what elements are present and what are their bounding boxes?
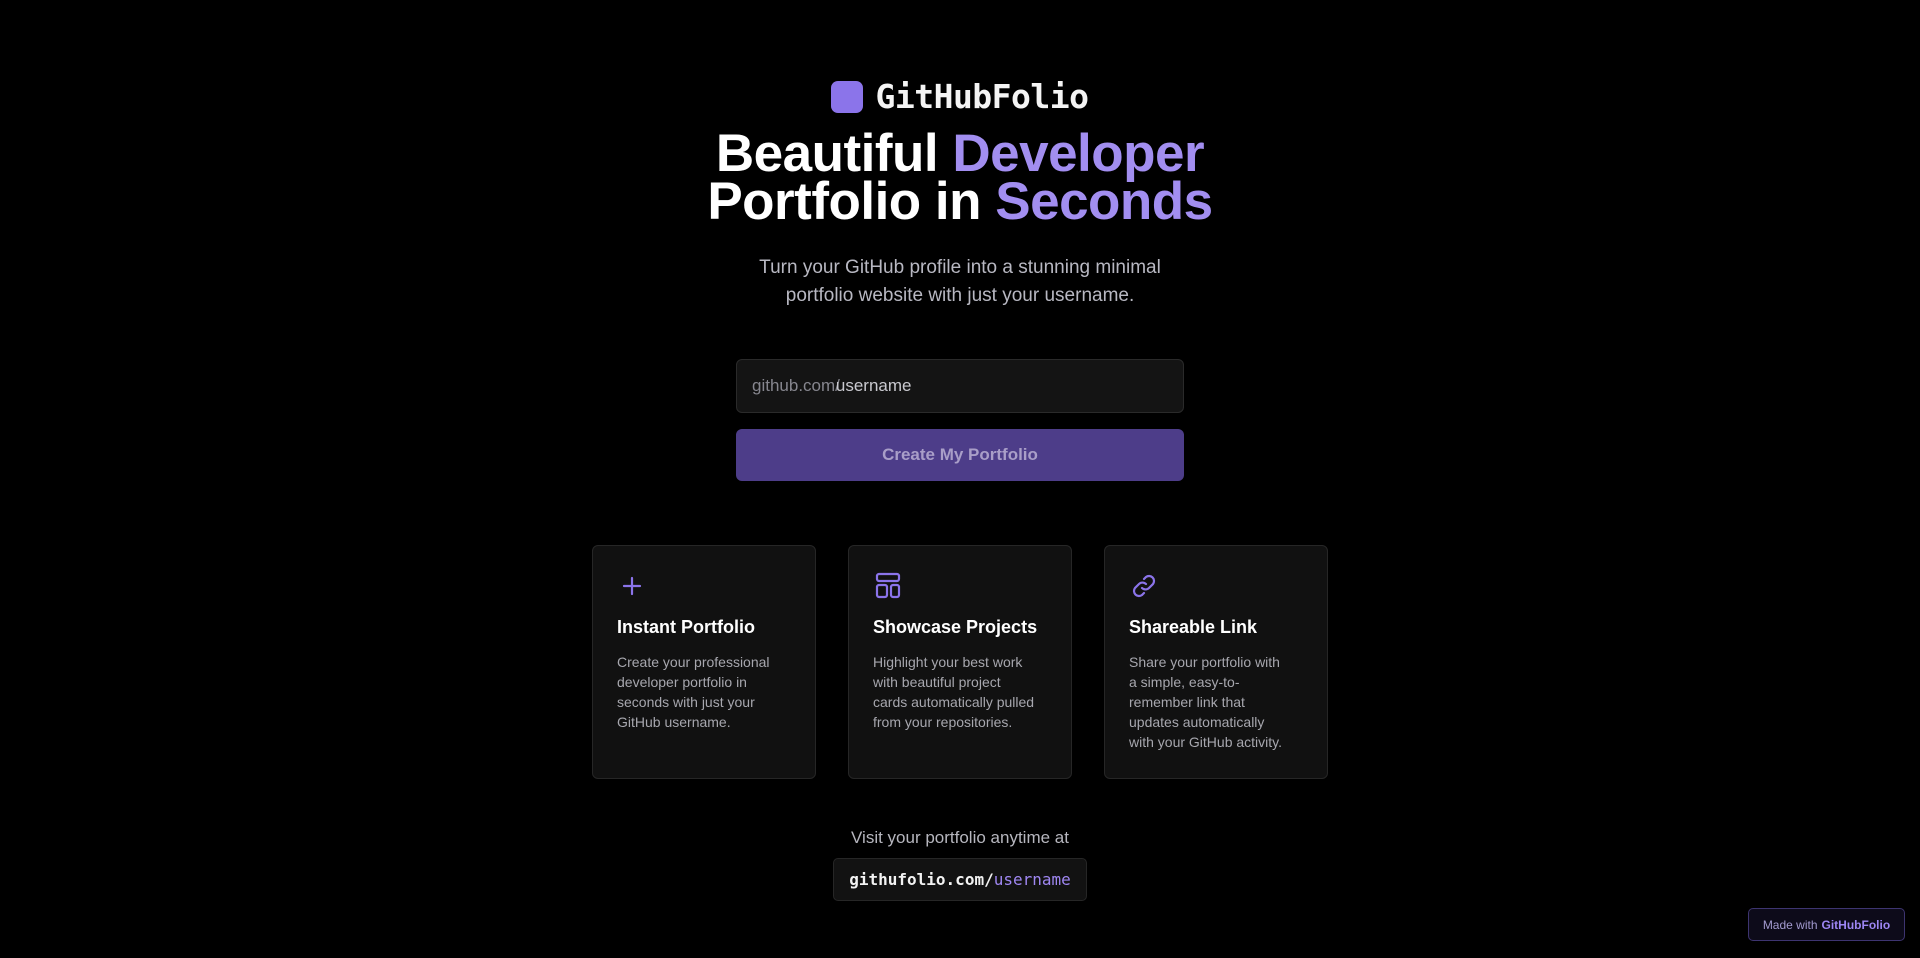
brand-header: GitHubFolio	[0, 77, 1920, 116]
hero-subtitle: Turn your GitHub profile into a stunning…	[0, 254, 1920, 310]
username-input[interactable]	[835, 360, 1183, 412]
feature-description: Highlight your best work with beautiful …	[873, 654, 1035, 730]
hero-line2-accent: Seconds	[995, 172, 1213, 231]
username-input-group[interactable]: github.com/	[736, 359, 1184, 413]
feature-card-instant: Instant Portfolio Create your profession…	[592, 545, 816, 779]
url-username: username	[993, 870, 1071, 889]
badge-brand: GitHubFolio	[1821, 917, 1891, 932]
hero-line2-white: Portfolio in	[707, 172, 982, 231]
url-base: githufolio.com/	[849, 870, 994, 889]
feature-title: Showcase Projects	[873, 617, 1038, 637]
portfolio-url: githufolio.com/username	[833, 858, 1087, 901]
brand-name: GitHubFolio	[875, 77, 1089, 116]
feature-description: Create your professional developer portf…	[617, 654, 770, 730]
landing-page: GitHubFolio Beautiful Developer Portfoli…	[0, 0, 1920, 958]
logo-icon	[831, 80, 864, 113]
feature-title: Shareable Link	[1129, 617, 1258, 637]
layout-icon	[875, 572, 901, 599]
feature-description: Share your portfolio with a simple, easy…	[1129, 654, 1283, 750]
visit-text: Visit your portfolio anytime at	[851, 828, 1069, 847]
input-prefix: github.com/	[752, 376, 840, 395]
feature-title: Instant Portfolio	[617, 617, 755, 637]
link-icon	[1132, 574, 1156, 598]
made-with-badge[interactable]: Made with GitHubFolio	[1748, 908, 1905, 941]
subtitle-line1: Turn your GitHub profile into a stunning…	[759, 257, 1161, 278]
features-list: Instant Portfolio Create your profession…	[592, 545, 1328, 779]
badge-prefix: Made with	[1762, 917, 1818, 932]
plus-icon	[622, 576, 642, 596]
create-portfolio-button[interactable]: Create My Portfolio	[736, 429, 1184, 481]
hero-title: Beautiful Developer Portfolio in Seconds	[0, 127, 1920, 228]
feature-card-showcase: Showcase Projects Highlight your best wo…	[848, 545, 1072, 779]
subtitle-line2: portfolio website with just your usernam…	[785, 285, 1135, 306]
feature-card-shareable: Shareable Link Share your portfolio with…	[1104, 545, 1328, 779]
